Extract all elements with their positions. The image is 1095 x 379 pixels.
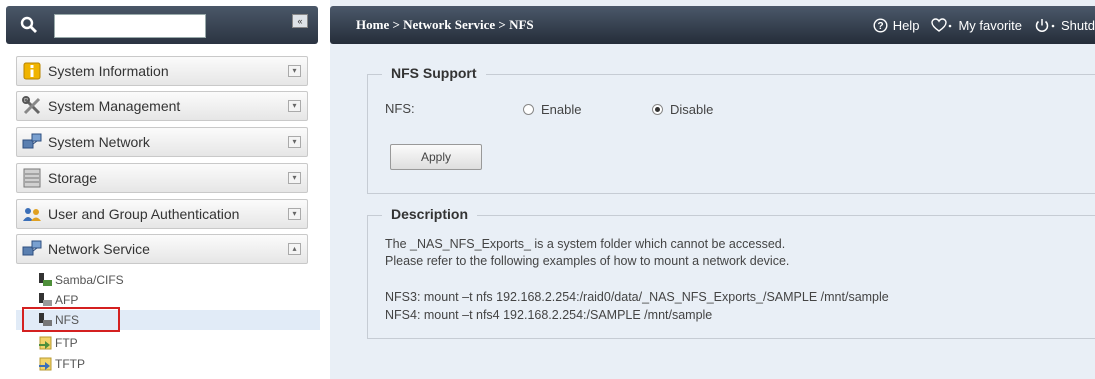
svg-text:?: ?: [877, 21, 883, 32]
heart-icon: [931, 17, 952, 32]
submenu-item-label: TFTP: [55, 357, 85, 371]
apply-button[interactable]: Apply: [390, 144, 482, 170]
nfs-support-panel: NFS Support NFS: Enable Disable Apply: [367, 65, 1095, 194]
menu-item-storage[interactable]: Storage ▾: [16, 163, 308, 193]
expand-arrow-icon[interactable]: ▾: [288, 100, 301, 112]
shutdown-link[interactable]: Shutd: [1034, 18, 1095, 33]
network-service-icon: [21, 239, 43, 259]
radio-button[interactable]: [523, 104, 534, 115]
radio-label: Disable: [670, 102, 714, 117]
expand-arrow-icon[interactable]: ▾: [288, 172, 301, 184]
nfs-highlight-annotation: [22, 307, 120, 332]
collapse-arrow-icon[interactable]: ▴: [288, 243, 301, 255]
description-line-1: The _NAS_NFS_Exports_ is a system folder…: [385, 237, 786, 251]
nfs-enable-radio[interactable]: Enable: [523, 102, 581, 117]
menu-item-system-information[interactable]: System Information ▾: [16, 56, 308, 86]
menu-item-label: System Management: [48, 98, 181, 114]
help-link[interactable]: ? Help: [873, 17, 920, 33]
menu-item-system-management[interactable]: System Management ▾: [16, 91, 308, 121]
submenu-item-samba-cifs[interactable]: Samba/CIFS: [36, 270, 124, 290]
help-label: Help: [892, 17, 920, 33]
menu-item-label: Network Service: [48, 241, 150, 257]
my-favorite-link[interactable]: My favorite: [931, 18, 1022, 33]
menu-item-label: System Information: [48, 63, 169, 79]
description-title: Description: [382, 206, 478, 222]
search-bar: «: [6, 6, 318, 44]
nfs4-mount-example: NFS4: mount –t nfs4 192.168.2.254:/SAMPL…: [385, 308, 713, 322]
power-icon: [1035, 18, 1055, 32]
radio-label: Enable: [541, 102, 582, 117]
nfs3-mount-example: NFS3: mount –t nfs 192.168.2.254:/raid0/…: [385, 290, 889, 304]
tools-icon: [21, 96, 43, 116]
network-icon: [21, 132, 43, 152]
submenu-item-label: Samba/CIFS: [55, 273, 124, 287]
expand-arrow-icon[interactable]: ▾: [288, 65, 301, 77]
breadcrumb[interactable]: Home > Network Service > NFS: [356, 17, 873, 33]
submenu-item-label: FTP: [55, 336, 78, 350]
radio-button-selected[interactable]: [652, 104, 663, 115]
nfs-support-title: NFS Support: [382, 65, 486, 81]
info-icon: [21, 61, 43, 81]
submenu-item-tftp[interactable]: TFTP: [36, 354, 85, 374]
main-content: Home > Network Service > NFS ? Help My f…: [330, 0, 1095, 379]
storage-icon: [21, 168, 43, 188]
help-icon: ?: [873, 17, 888, 33]
menu-item-user-group-authentication[interactable]: User and Group Authentication ▾: [16, 199, 308, 229]
submenu-item-ftp[interactable]: FTP: [36, 333, 78, 353]
menu-item-label: System Network: [48, 134, 150, 150]
nfs-disable-radio[interactable]: Disable: [652, 102, 713, 117]
collapse-sidebar-button[interactable]: «: [292, 14, 308, 28]
users-icon: [21, 204, 43, 224]
menu-item-label: Storage: [48, 170, 98, 186]
menu-item-network-service[interactable]: Network Service ▴: [16, 234, 308, 264]
nfs-field-label: NFS:: [385, 101, 415, 116]
menu-item-system-network[interactable]: System Network ▾: [16, 127, 308, 157]
menu-item-label: User and Group Authentication: [48, 206, 240, 222]
samba-icon: [36, 271, 54, 289]
search-input[interactable]: [54, 14, 206, 38]
description-panel: Description The _NAS_NFS_Exports_ is a s…: [367, 206, 1095, 339]
my-favorite-label: My favorite: [958, 17, 1023, 33]
ftp-icon: [36, 334, 54, 352]
expand-arrow-icon[interactable]: ▾: [288, 208, 301, 220]
tftp-icon: [36, 355, 54, 373]
shutdown-label: Shutd: [1061, 17, 1095, 33]
expand-arrow-icon[interactable]: ▾: [288, 136, 301, 148]
search-icon[interactable]: [20, 16, 38, 34]
top-bar: Home > Network Service > NFS ? Help My f…: [330, 6, 1095, 44]
submenu-item-label: AFP: [55, 293, 79, 307]
description-line-2: Please refer to the following examples o…: [385, 254, 790, 268]
sidebar: « System Information ▾ System Management…: [0, 0, 322, 379]
